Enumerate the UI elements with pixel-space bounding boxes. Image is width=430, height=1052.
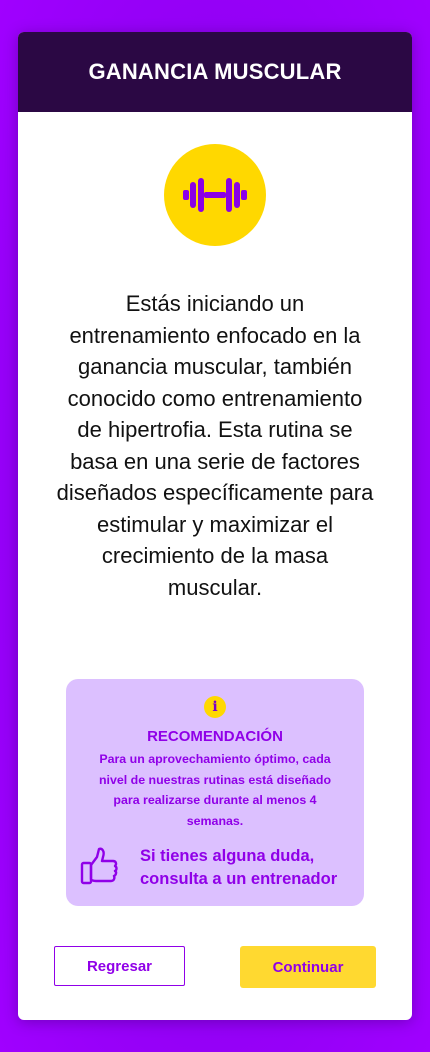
dumbbell-icon <box>164 144 266 246</box>
main-card: GANANCIA MUSCULAR Estás iniciando un ent… <box>18 32 412 1020</box>
recommendation-text: Para un aprovechamiento óptimo, cada niv… <box>98 752 332 828</box>
recommendation-box: i RECOMENDACIÓN Para un aprovechamiento … <box>66 679 364 906</box>
intro-text: Estás iniciando un entrenamiento enfocad… <box>56 291 374 600</box>
recommendation-title: RECOMENDACIÓN <box>147 728 283 745</box>
info-icon: i <box>204 696 226 718</box>
back-button[interactable]: Regresar <box>54 946 185 986</box>
page-title: GANANCIA MUSCULAR <box>88 59 342 84</box>
continue-button[interactable]: Continuar <box>240 946 376 988</box>
thumbs-up-icon <box>80 846 120 886</box>
page-header: GANANCIA MUSCULAR <box>18 32 412 112</box>
contact-trainer-text: Si tienes alguna duda, consulta a un ent… <box>140 847 338 888</box>
